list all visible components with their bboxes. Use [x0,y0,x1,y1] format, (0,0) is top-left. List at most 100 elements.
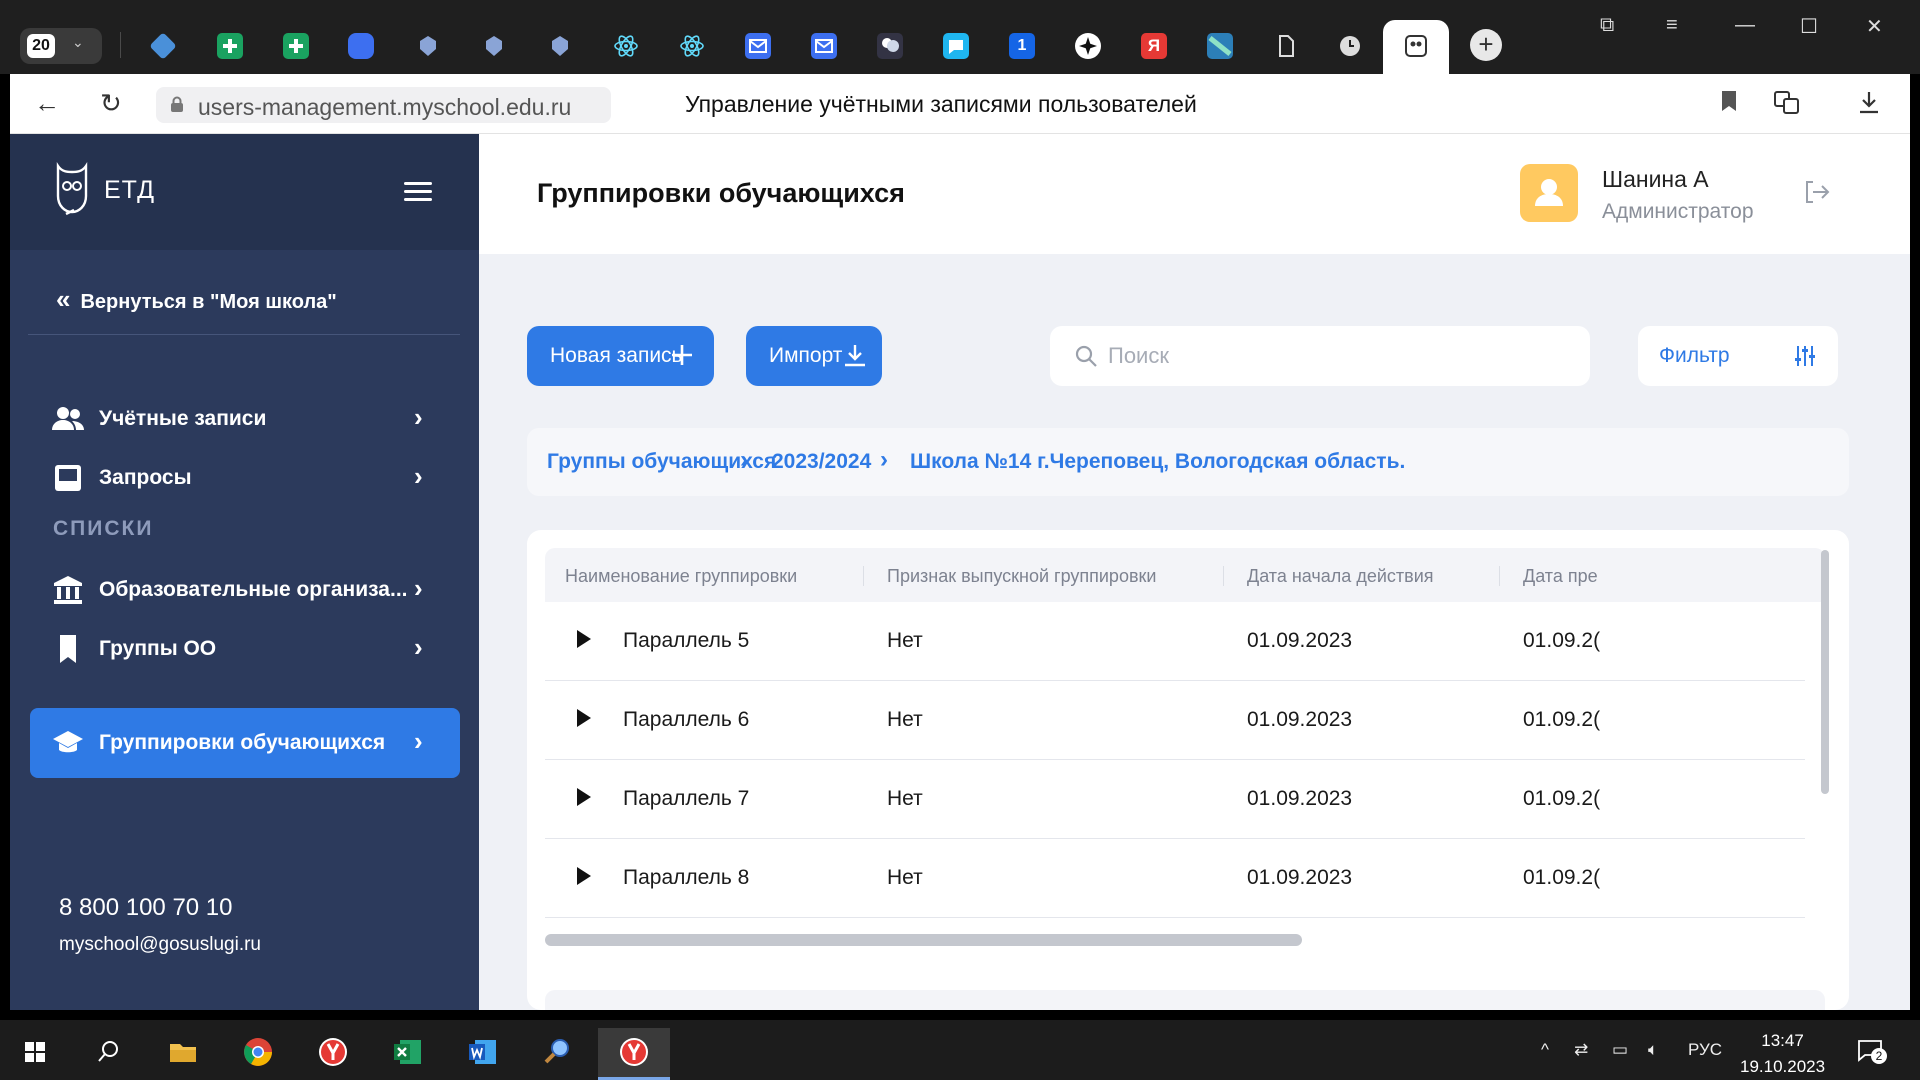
vertical-scrollbar[interactable] [1821,550,1829,794]
table-row[interactable]: Параллель 6 Нет 01.09.2023 01.09.2( [545,681,1805,760]
tab-favicon-weather[interactable] [877,33,903,59]
clock-time: 13:47 [1761,1031,1804,1050]
expand-triangle-icon[interactable] [577,709,591,727]
download-icon[interactable] [1858,90,1880,120]
word-icon [469,1040,496,1064]
breadcrumb-item[interactable]: 2023/2024 [772,450,871,474]
logout-icon[interactable] [1804,180,1830,204]
import-button[interactable]: Импорт [746,326,882,386]
search-box[interactable] [1050,326,1590,386]
clock[interactable]: 13:47 19.10.2023 [1740,1028,1825,1080]
taskbar-chrome[interactable] [228,1028,288,1080]
tab-favicon-one[interactable]: 1 [1009,33,1035,59]
tab-favicon-mail[interactable] [745,33,771,59]
support-phone[interactable]: 8 800 100 70 10 [59,894,233,922]
expand-triangle-icon[interactable] [577,788,591,806]
taskbar-app[interactable] [528,1028,588,1080]
column-header[interactable]: Дата пре [1523,566,1598,587]
new-record-button[interactable]: Новая запись [527,326,714,386]
network-icon[interactable]: ⇄ [1574,1040,1588,1060]
translate-icon[interactable] [1773,90,1801,122]
back-arrow-icon[interactable]: ← [34,88,60,119]
start-button[interactable] [5,1028,65,1080]
taskbar-word[interactable] [453,1028,513,1080]
tab-favicon-mail-2[interactable] [811,33,837,59]
active-tab[interactable] [1383,20,1449,74]
taskbar-yandex[interactable] [303,1028,363,1080]
sidebar-item-label: Образовательные организа... [99,578,408,601]
close-window-icon[interactable]: ✕ [1866,14,1883,39]
tab-favicon-cube[interactable] [348,33,374,59]
tab-favicon-compass[interactable] [1075,33,1101,59]
tab-favicon-react[interactable] [613,33,639,59]
support-email[interactable]: myschool@gosuslugi.ru [59,934,261,956]
user-role: Администратор [1602,200,1754,223]
hamburger-menu-icon[interactable] [404,182,432,202]
notification-center[interactable]: 2 [1857,1038,1887,1064]
tab-favicon-book[interactable] [149,32,177,60]
tab-favicon-map[interactable] [1207,33,1233,59]
expand-triangle-icon[interactable] [577,630,591,648]
tab-favicon-emblem-3[interactable] [547,33,573,59]
main-content: Группировки обучающихся Шанина А Админис… [479,134,1910,1010]
search-icon [98,1041,118,1062]
breadcrumb-item[interactable]: Школа №14 г.Череповец, Вологодская облас… [910,450,1405,474]
tab-favicon-emblem[interactable] [415,33,441,59]
graduate-flag: Нет [887,787,923,810]
sidebar-item-requests[interactable]: Запросы › [30,443,460,513]
taskbar-yandex-active[interactable] [598,1028,670,1080]
tab-favicon-yandex[interactable]: Я [1141,33,1167,59]
volume-icon[interactable]: 🔈︎ [1648,1040,1658,1060]
url-field[interactable]: users-management.myschool.edu.ru [156,87,611,123]
search-input[interactable] [1108,340,1568,372]
tab-favicon-document[interactable] [1273,33,1299,59]
sidebar-divider [28,334,460,335]
column-header[interactable]: Наименование группировки [565,566,797,587]
logo-text: ЕТД [104,176,156,204]
maximize-icon[interactable]: ☐ [1800,14,1818,39]
tab-favicon-sheets[interactable] [217,33,243,59]
tab-favicon-clock[interactable] [1337,33,1363,59]
sidebar-item-oo-groups[interactable]: Группы ОО › [30,614,460,684]
table-row[interactable]: Параллель 5 Нет 01.09.2023 01.09.2( [545,602,1805,681]
table-row[interactable]: Параллель 8 Нет 01.09.2023 01.09.2( [545,839,1805,918]
pagination-bar [545,990,1825,1010]
filter-button[interactable]: Фильтр [1638,326,1838,386]
back-to-school-link[interactable]: « Вернуться в "Моя школа" [56,284,337,315]
avatar[interactable] [1520,164,1578,222]
start-date: 01.09.2023 [1247,708,1353,731]
language-indicator[interactable]: РУС [1688,1040,1722,1060]
column-header[interactable]: Признак выпускной группировки [887,566,1156,587]
tab-favicon-react-2[interactable] [679,33,705,59]
tab-counter-button[interactable]: 20 ⌄ [20,28,102,64]
bookmark-icon[interactable] [1720,90,1738,118]
end-date: 01.09.2( [1523,629,1601,652]
new-tab-button[interactable]: + [1470,29,1502,61]
sidebar-item-label: Запросы [99,466,192,489]
taskbar-excel[interactable] [378,1028,438,1080]
sliders-icon [1795,346,1815,366]
collections-icon[interactable]: ⧉ [1600,14,1614,37]
inbox-icon [55,465,81,491]
tab-favicon-chat[interactable] [943,33,969,59]
taskbar-explorer[interactable] [153,1028,213,1080]
column-header[interactable]: Дата начала действия [1247,566,1434,587]
end-date: 01.09.2( [1523,787,1601,810]
table-header: Наименование группировки Признак выпускн… [545,548,1825,602]
horizontal-scrollbar[interactable] [545,934,1302,946]
chevron-right-icon: › [414,402,423,432]
notification-count: 2 [1871,1048,1887,1064]
tab-favicon-sheets-2[interactable] [283,33,309,59]
table-row[interactable]: Параллель 7 Нет 01.09.2023 01.09.2( [545,760,1805,839]
search-button[interactable] [78,1028,138,1080]
main-title: Группировки обучающихся [537,178,905,208]
tab-favicon-emblem-2[interactable] [481,33,507,59]
chevron-up-icon[interactable]: ^ [1541,1040,1549,1060]
graduate-flag: Нет [887,708,923,731]
browser-menu-icon[interactable]: ≡ [1666,14,1678,37]
sidebar-item-student-groupings[interactable]: Группировки обучающихся › [30,708,460,778]
display-icon[interactable]: ▭ [1612,1040,1628,1060]
expand-triangle-icon[interactable] [577,867,591,885]
reload-icon[interactable]: ↻ [100,88,122,119]
minimize-icon[interactable]: — [1735,14,1755,37]
